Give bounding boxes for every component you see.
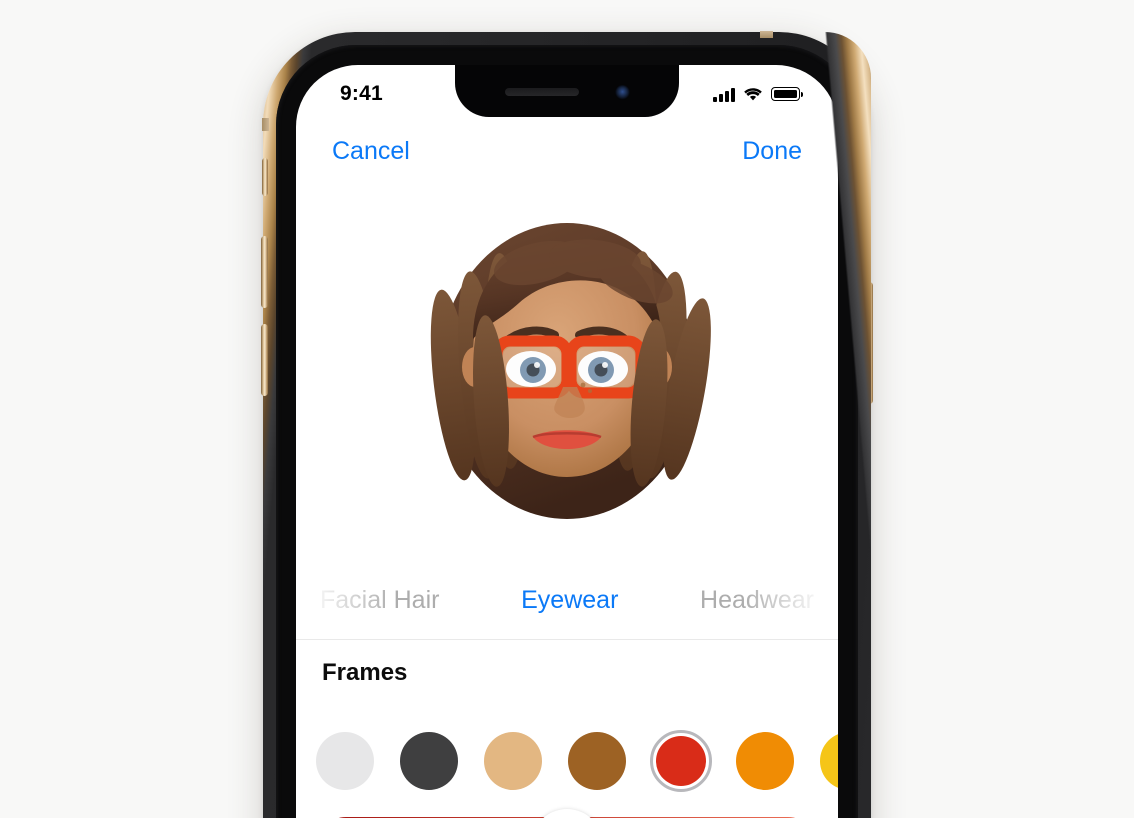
cancel-button[interactable]: Cancel <box>326 133 416 170</box>
tab-headwear[interactable]: Headwear <box>698 582 816 619</box>
display-notch <box>455 65 679 117</box>
tab-facial-hair[interactable]: Facial Hair <box>318 582 441 619</box>
done-button[interactable]: Done <box>736 133 808 170</box>
status-indicators <box>713 87 803 102</box>
swatch-charcoal[interactable] <box>398 730 460 792</box>
swatch-tan[interactable] <box>482 730 544 792</box>
tab-divider <box>296 639 838 640</box>
shade-slider-thumb[interactable] <box>531 809 603 818</box>
swatch-yellow[interactable] <box>818 730 838 792</box>
navigation-bar: Cancel Done <box>296 117 838 185</box>
memoji-avatar[interactable] <box>387 189 747 549</box>
section-title-frames: Frames <box>322 659 408 686</box>
antenna-band-top <box>760 31 773 38</box>
category-tab-bar: Facial Hair Eyewear Headwear <box>296 561 838 639</box>
memoji-preview-area <box>296 177 838 567</box>
tab-eyewear[interactable]: Eyewear <box>519 582 620 619</box>
device-bezel: 9:41 Cancel Done Facial Hair Eyewear Hea… <box>276 45 858 818</box>
swatch-red[interactable] <box>650 730 712 792</box>
swatch-red-fill <box>656 736 706 786</box>
frame-color-swatch-row <box>296 715 838 807</box>
swatch-light-gray[interactable] <box>314 730 376 792</box>
ring-silent-switch[interactable] <box>262 158 268 196</box>
volume-down-button[interactable] <box>261 324 268 396</box>
iphone-device: 9:41 Cancel Done Facial Hair Eyewear Hea… <box>261 31 873 818</box>
swatch-brown[interactable] <box>566 730 628 792</box>
swatch-orange-fill <box>736 732 794 790</box>
cellular-signal-icon <box>713 87 735 102</box>
swatch-orange[interactable] <box>734 730 796 792</box>
swatch-yellow-fill <box>820 732 838 790</box>
battery-full-icon <box>771 87 803 101</box>
earpiece-speaker-icon <box>504 88 579 96</box>
volume-up-button[interactable] <box>261 236 268 308</box>
swatch-tan-fill <box>484 732 542 790</box>
swatch-light-gray-fill <box>316 732 374 790</box>
device-screen: 9:41 Cancel Done Facial Hair Eyewear Hea… <box>296 65 838 818</box>
page-background: 9:41 Cancel Done Facial Hair Eyewear Hea… <box>0 0 1134 818</box>
swatch-charcoal-fill <box>400 732 458 790</box>
status-time: 9:41 <box>340 82 383 105</box>
antenna-band-left <box>262 118 269 131</box>
front-camera-icon <box>614 84 630 100</box>
side-power-button[interactable] <box>866 282 873 404</box>
wifi-icon <box>744 87 762 100</box>
swatch-brown-fill <box>568 732 626 790</box>
